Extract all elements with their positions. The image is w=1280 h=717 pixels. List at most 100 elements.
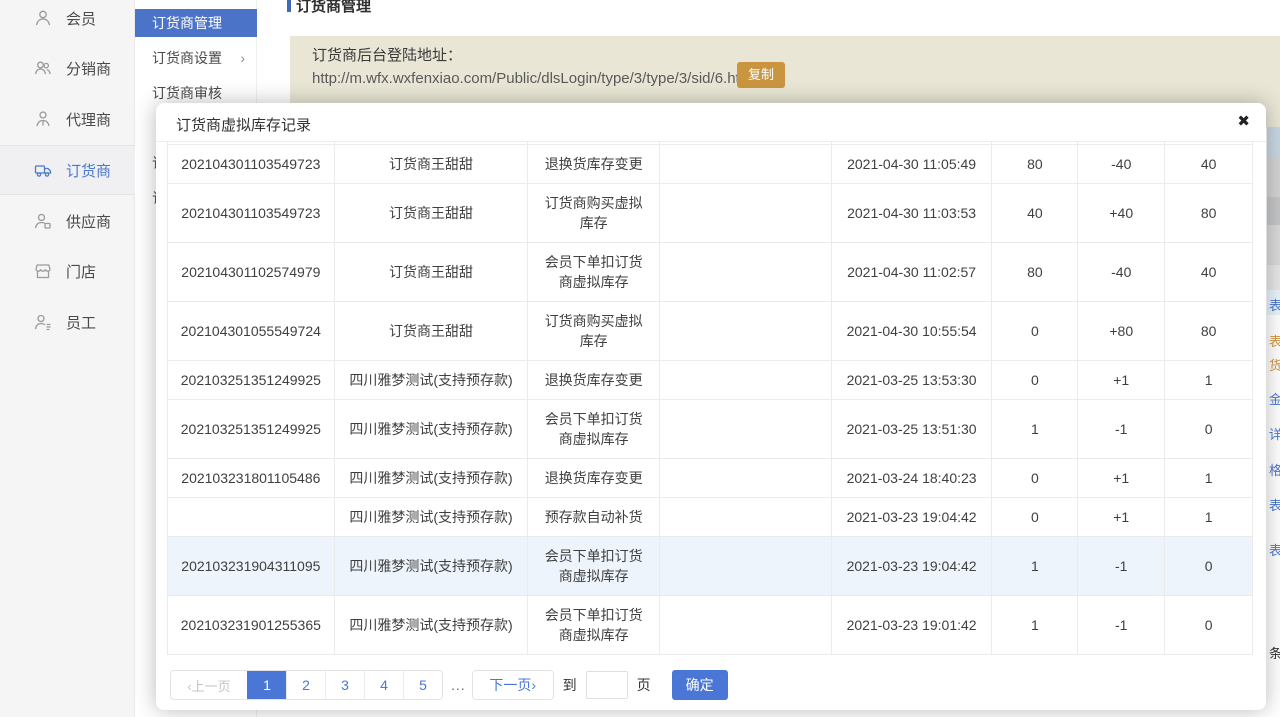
page-number-4[interactable]: 4 [364,671,403,699]
cell-dealer-name: 四川雅梦测试(支持预存款) [335,361,529,399]
copy-button[interactable]: 复制 [737,62,785,88]
cell-change-type: 订货商购买虚拟库存 [528,184,660,242]
cell-stock-after: 1 [1165,498,1252,536]
sidebar-item-label: 会员 [66,8,96,29]
cell-stock-before: 0 [992,459,1078,497]
cell-record-id [168,498,335,536]
cell-stock-change: -1 [1078,537,1165,595]
cell-stock-after: 1 [1165,361,1252,399]
cell-time: 2021-04-30 10:55:54 [832,302,993,360]
sidebar-item-员工[interactable]: 员工 [0,297,135,347]
cell-stock-after: 80 [1165,184,1252,242]
cell-time: 2021-03-23 19:04:42 [832,498,993,536]
background-link-fragment: 表 [1269,295,1280,314]
table-row[interactable]: 202104301055549724订货商王甜甜订货商购买虚拟库存 2021-04… [168,302,1252,361]
cell-stock-after: 40 [1165,145,1252,183]
sidebar-item-label: 订货商 [66,160,111,181]
table-row[interactable]: 202103251351249925四川雅梦测试(支持预存款)退换货库存变更20… [168,361,1252,400]
background-link-fragment: 条 [1269,643,1280,662]
confirm-button[interactable]: 确定 [672,670,728,700]
sidebar-item-label: 供应商 [66,211,111,232]
pagination: ‹上一页 12345 ... 下一页› 到 页 确定 [170,670,728,700]
cell-stock-change: -1 [1078,596,1165,654]
cell-time: 2021-03-25 13:51:30 [832,400,993,458]
goto-page-input[interactable] [586,671,628,699]
cell-time: 2021-03-25 13:53:30 [832,361,993,399]
truck-icon [33,160,53,180]
background-band [1267,127,1280,157]
background-band [1267,157,1280,197]
cell-dealer-name: 四川雅梦测试(支持预存款) [335,498,529,536]
cell-record-id: 202103251351249925 [168,400,335,458]
submenu-item-label: 订货商审核 [152,85,222,101]
cell-stock-change: +80 [1078,302,1165,360]
next-page-button[interactable]: 下一页› [472,670,554,700]
cell-change-type: 会员下单扣订货商虚拟库存 [528,537,660,595]
submenu-item-label: 订货商设置 [152,50,222,66]
sidebar-item-label: 代理商 [66,109,111,130]
cell-stock-change: +1 [1078,498,1165,536]
login-address-label: 订货商后台登陆地址： [312,44,462,65]
background-link-fragment: 表 [1269,495,1280,514]
header-cell [1165,141,1252,144]
cell-record-id: 202104301055549724 [168,302,335,360]
background-link-fragment: 货 [1269,355,1280,374]
cell-record-id: 202104301103549723 [168,145,335,183]
cell-stock-before: 0 [992,498,1078,536]
sidebar-item-订货商[interactable]: 订货商 [0,145,135,195]
sidebar-item-门店[interactable]: 门店 [0,246,135,296]
background-band [1267,197,1280,225]
modal-title: 订货商虚拟库存记录 [176,114,311,135]
cell-change-type: 订货商购买虚拟库存 [528,302,660,360]
prev-page-button[interactable]: ‹上一页 [171,671,247,699]
page-number-1[interactable]: 1 [247,671,286,699]
sidebar-item-代理商[interactable]: 代理商 [0,94,135,144]
submenu-item-订货商管理[interactable]: 订货商管理 [135,9,257,37]
submenu-item-订货商设置[interactable]: 订货商设置› [135,44,257,72]
table-row[interactable]: 202103251351249925四川雅梦测试(支持预存款)会员下单扣订货商虚… [168,400,1252,459]
cell-record-id: 202104301103549723 [168,184,335,242]
cell-product [660,302,832,360]
page-number-3[interactable]: 3 [325,671,364,699]
cell-product [660,537,832,595]
page-number-2[interactable]: 2 [286,671,325,699]
background-link-fragment: 表 [1269,331,1280,350]
cell-stock-after: 40 [1165,243,1252,301]
cell-change-type: 退换货库存变更 [528,459,660,497]
page-number-5[interactable]: 5 [403,671,442,699]
cell-change-type: 会员下单扣订货商虚拟库存 [528,596,660,654]
cell-stock-change: +40 [1078,184,1165,242]
close-icon[interactable]: ✖ [1237,112,1250,130]
sidebar-item-会员[interactable]: 会员 [0,0,135,43]
cell-stock-change: -40 [1078,145,1165,183]
cell-product [660,400,832,458]
table-row[interactable]: 202104301103549723订货商王甜甜退换货库存变更2021-04-3… [168,145,1252,184]
cell-stock-before: 1 [992,400,1078,458]
cell-product [660,459,832,497]
cell-stock-after: 1 [1165,459,1252,497]
cell-dealer-name: 订货商王甜甜 [335,184,529,242]
page-ellipsis: ... [451,677,466,693]
page-title: 订货商管理 [296,0,371,16]
table-row[interactable]: 202103231904311095四川雅梦测试(支持预存款)会员下单扣订货商虚… [168,537,1252,596]
cell-product [660,145,832,183]
cell-dealer-name: 四川雅梦测试(支持预存款) [335,400,529,458]
cell-dealer-name: 四川雅梦测试(支持预存款) [335,459,529,497]
cell-stock-after: 80 [1165,302,1252,360]
cell-stock-change: +1 [1078,361,1165,399]
table-row[interactable]: 202104301103549723订货商王甜甜订货商购买虚拟库存2021-04… [168,184,1252,243]
sidebar-item-分销商[interactable]: 分销商 [0,43,135,93]
sidebar-item-供应商[interactable]: 供应商 [0,196,135,246]
table-row[interactable]: 202103231801105486四川雅梦测试(支持预存款)退换货库存变更20… [168,459,1252,498]
background-link-fragment: 金 [1269,389,1280,408]
background-link-fragment: 详 [1269,424,1280,443]
header-cell [992,141,1078,144]
table-row[interactable]: 202103231901255365四川雅梦测试(支持预存款)会员下单扣订货商虚… [168,596,1252,655]
cell-dealer-name: 订货商王甜甜 [335,302,529,360]
table-row[interactable]: 四川雅梦测试(支持预存款)预存款自动补货2021-03-23 19:04:420… [168,498,1252,537]
background-link-fragment: 格 [1269,460,1280,479]
cell-time: 2021-04-30 11:02:57 [832,243,993,301]
header-cell [335,141,529,144]
table-row[interactable]: 202104301102574979订货商王甜甜会员下单扣订货商虚拟库存2021… [168,243,1252,302]
cell-stock-after: 0 [1165,400,1252,458]
